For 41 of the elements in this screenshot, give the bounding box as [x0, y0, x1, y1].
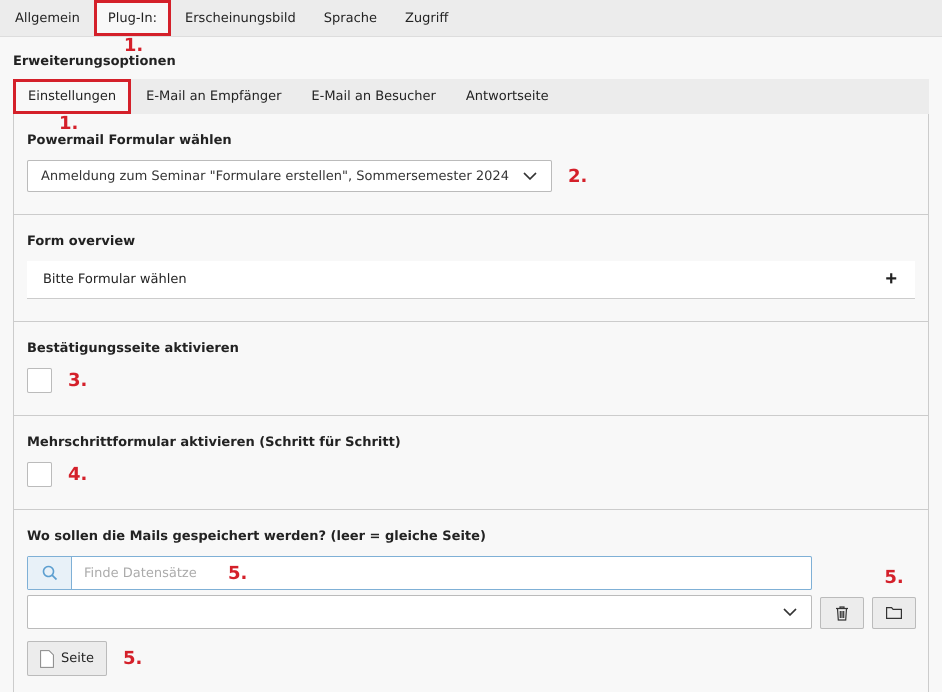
search-input[interactable]: Finde Datensätze	[72, 557, 228, 589]
annotation-number: 5.	[228, 562, 248, 584]
annotation-number: 1.	[124, 37, 144, 55]
form-select[interactable]: Anmeldung zum Seminar "Formulare erstellen", Sommersemester 2024	[27, 160, 552, 192]
tab[interactable]: Plug-In:	[94, 0, 171, 36]
annotation-number: 3.	[68, 370, 88, 391]
search-icon	[42, 565, 58, 581]
field-label: Form overview	[27, 234, 136, 249]
trash-icon	[836, 606, 848, 620]
tab[interactable]: E-Mail an Besucher	[296, 79, 451, 114]
page-button[interactable]: Seite	[27, 641, 107, 676]
document-icon	[40, 650, 54, 668]
delete-button[interactable]	[820, 597, 864, 629]
annotation-number: 5.	[884, 567, 904, 588]
expand-button[interactable]: +	[885, 268, 897, 291]
overview-text: Bitte Formular wählen	[43, 272, 187, 287]
tab[interactable]: Antwortseite	[450, 79, 564, 114]
chevron-down-icon	[783, 608, 797, 616]
folder-icon	[886, 607, 902, 619]
section-heading: Erweiterungsoptionen	[13, 54, 176, 69]
annotation-number: 1.	[59, 115, 78, 133]
tab[interactable]: Einstellungen	[13, 79, 132, 114]
field-label: Powermail Formular wählen	[27, 133, 233, 148]
annotation-number: 2.	[568, 166, 588, 186]
checkbox[interactable]	[27, 368, 52, 393]
field-label: Wo sollen die Mails gespeichert werden? (leer = gleiche Seite)	[27, 529, 487, 544]
field-label: Bestätigungsseite aktivieren	[27, 341, 240, 356]
tab[interactable]: Allgemein	[1, 0, 94, 36]
search-field[interactable]: Finde Datensätze 5.	[27, 556, 812, 590]
checkbox[interactable]	[27, 462, 52, 487]
annotation-number: 4.	[68, 464, 88, 485]
tab[interactable]: Zugriff	[391, 0, 462, 36]
overview-row[interactable]: Bitte Formular wählen +	[27, 261, 915, 299]
annotation-number: 5.	[122, 648, 142, 669]
tab[interactable]: Sprache	[310, 0, 391, 36]
field-label: Mehrschrittformular aktivieren (Schritt für Schritt)	[27, 435, 402, 450]
tab[interactable]: Erscheinungsbild	[170, 0, 310, 36]
tab[interactable]: E-Mail an Empfänger	[131, 79, 296, 114]
record-select[interactable]	[27, 595, 812, 629]
browse-button[interactable]	[872, 597, 916, 629]
chevron-down-icon	[522, 172, 537, 180]
